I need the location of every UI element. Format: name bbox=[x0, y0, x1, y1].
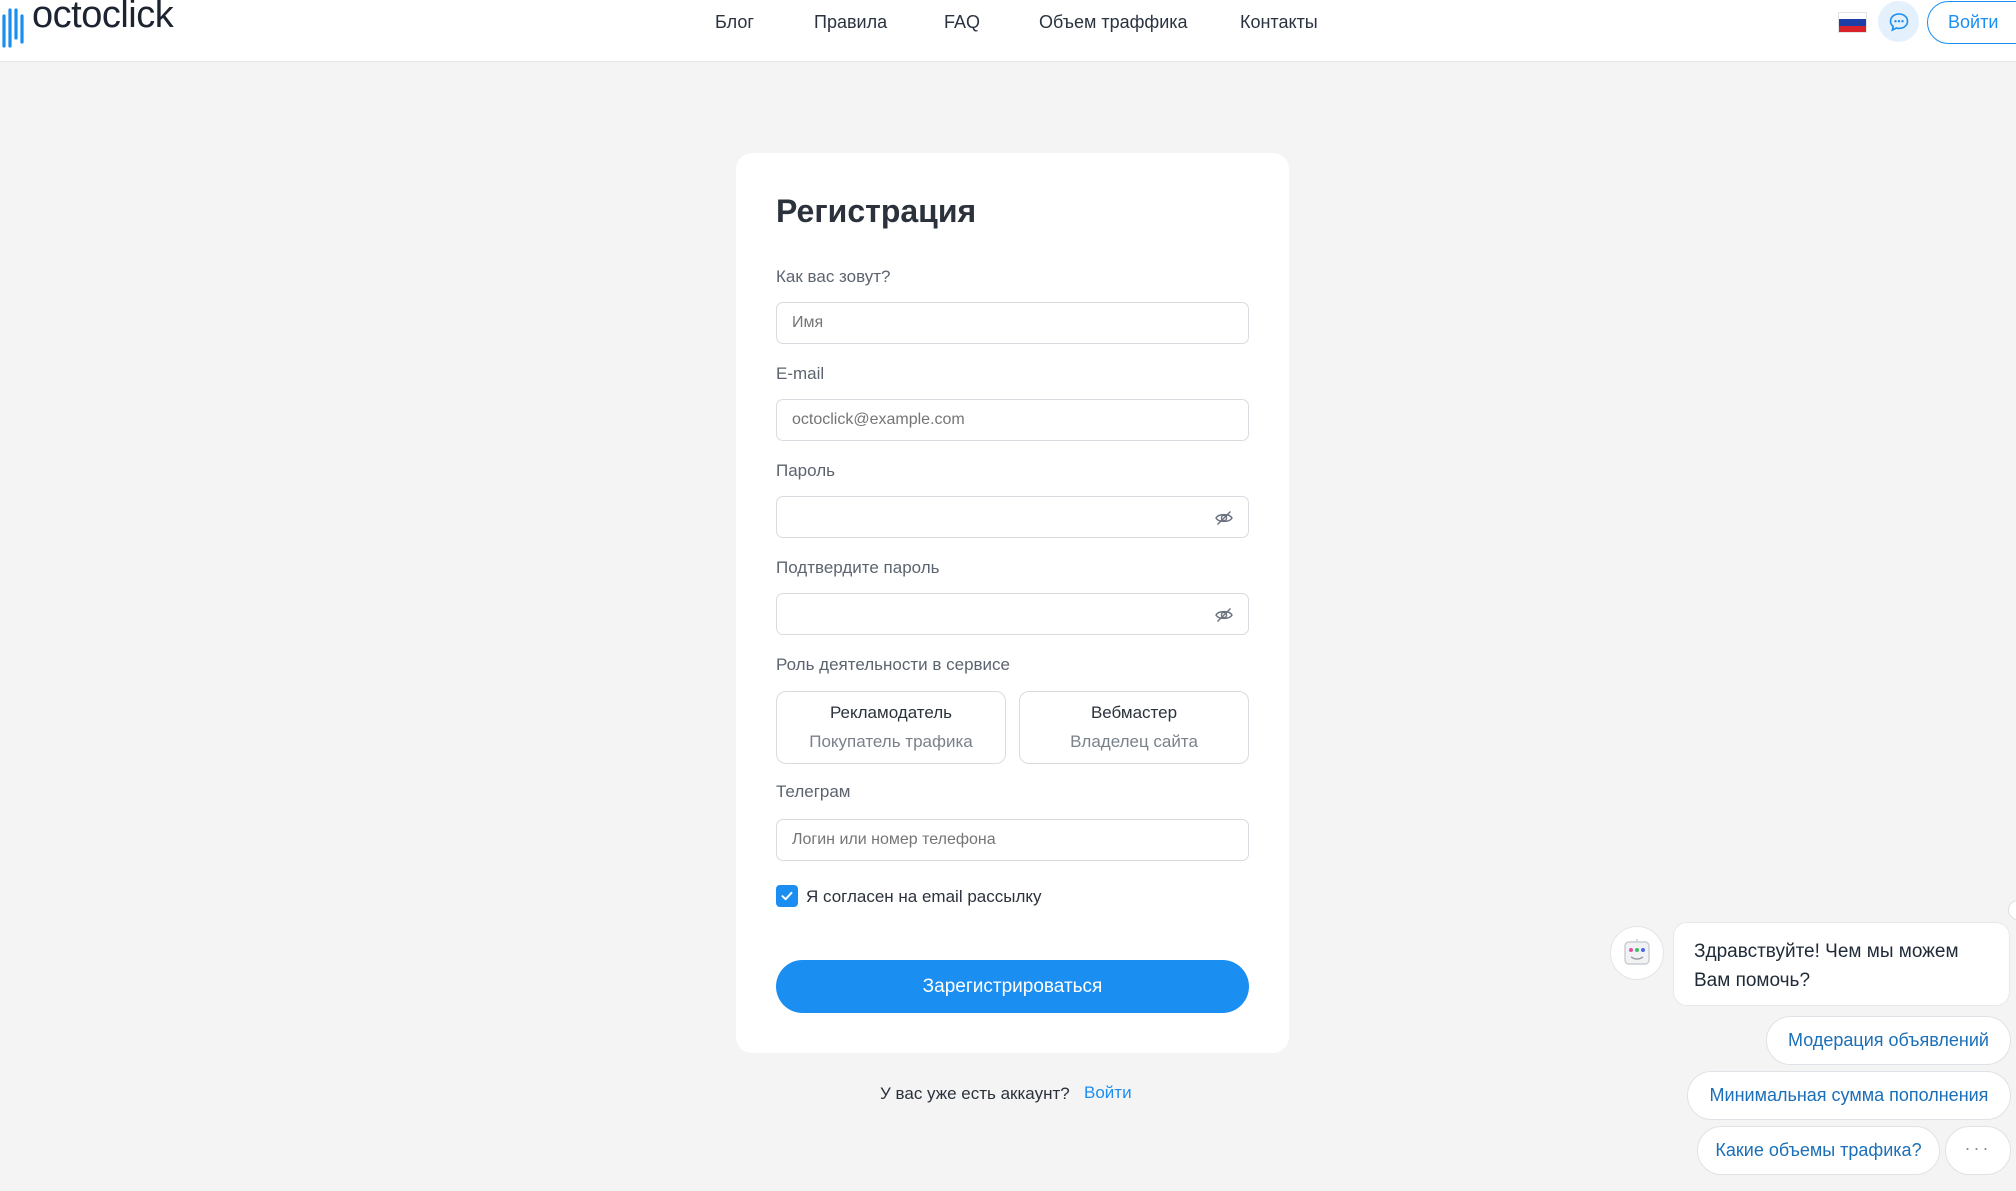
top-header: octoclick Блог Правила FAQ Объем траффик… bbox=[0, 0, 2016, 62]
close-chat-icon[interactable] bbox=[2008, 900, 2016, 920]
role-title: Рекламодатель bbox=[829, 703, 953, 722]
nav-blog[interactable]: Блог bbox=[715, 12, 754, 33]
telegram-label: Телеграм bbox=[776, 782, 851, 801]
more-options-button[interactable]: ··· bbox=[1945, 1126, 2011, 1175]
nav-rules[interactable]: Правила bbox=[814, 12, 887, 33]
eye-off-icon[interactable] bbox=[1214, 605, 1234, 625]
name-input[interactable] bbox=[776, 302, 1249, 344]
chat-greeting-bubble: Здравствуйте! Чем мы можем Вам помочь? bbox=[1673, 922, 2010, 1006]
bot-avatar bbox=[1610, 926, 1664, 980]
chat-button[interactable] bbox=[1878, 1, 1919, 42]
password-label: Пароль bbox=[776, 461, 835, 480]
telegram-input[interactable] bbox=[776, 819, 1249, 861]
nav-traffic-volume[interactable]: Объем траффика bbox=[1039, 12, 1188, 33]
eye-off-icon[interactable] bbox=[1214, 508, 1234, 528]
password-input[interactable] bbox=[776, 496, 1249, 538]
nav-faq[interactable]: FAQ bbox=[944, 12, 980, 33]
page-title: Регистрация bbox=[776, 193, 977, 229]
register-button[interactable]: Зарегистрироваться bbox=[776, 960, 1249, 1013]
chat-suggestion-traffic-volume[interactable]: Какие объемы трафика? bbox=[1697, 1126, 1940, 1175]
role-webmaster-option[interactable]: Вебмастер Владелец сайта bbox=[1019, 691, 1249, 764]
newsletter-checkbox[interactable] bbox=[776, 885, 798, 907]
have-account-text: У вас уже есть аккаунт? bbox=[880, 1084, 1070, 1103]
name-label: Как вас зовут? bbox=[776, 267, 891, 286]
chat-suggestion-moderation[interactable]: Модерация объявлений bbox=[1766, 1016, 2011, 1065]
language-flag-icon[interactable] bbox=[1838, 12, 1867, 33]
email-input[interactable] bbox=[776, 399, 1249, 441]
checkmark-icon bbox=[781, 891, 793, 901]
confirm-password-label: Подтвердите пароль bbox=[776, 558, 940, 577]
login-link[interactable]: Войти bbox=[1084, 1083, 1132, 1103]
role-subtitle: Покупатель трафика bbox=[809, 732, 973, 751]
role-label: Роль деятельности в сервисе bbox=[776, 655, 1011, 674]
logo-icon bbox=[2, 8, 24, 48]
role-title: Вебмастер bbox=[1090, 703, 1178, 722]
chat-suggestion-min-deposit[interactable]: Минимальная сумма пополнения bbox=[1687, 1071, 2011, 1120]
registration-card: Регистрация Как вас зовут? E-mail Пароль… bbox=[736, 153, 1289, 1053]
login-button[interactable]: Войти bbox=[1927, 1, 2016, 44]
email-label: E-mail bbox=[776, 364, 825, 383]
chat-icon bbox=[1889, 12, 1908, 31]
role-advertiser-option[interactable]: Рекламодатель Покупатель трафика bbox=[776, 691, 1006, 764]
nav-contacts[interactable]: Контакты bbox=[1240, 12, 1318, 33]
confirm-password-input[interactable] bbox=[776, 593, 1249, 635]
newsletter-label: Я согласен на email рассылку bbox=[806, 887, 1042, 906]
logo-text: octoclick bbox=[32, 0, 174, 36]
robot-icon bbox=[1624, 939, 1650, 965]
role-subtitle: Владелец сайта bbox=[1070, 732, 1198, 751]
